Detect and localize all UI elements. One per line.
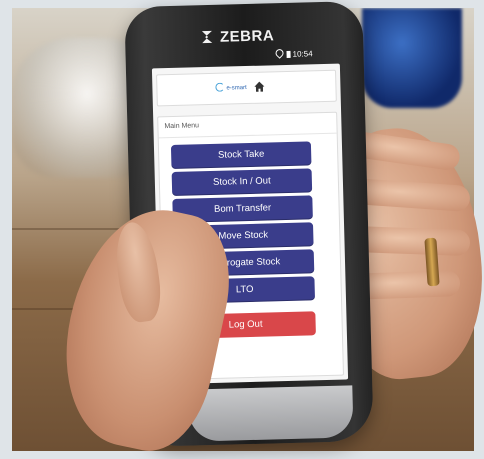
photo-scene: ZEBRA 10:54 e-smart Main Menu Stock Take…	[0, 0, 484, 459]
logo-swirl-icon	[215, 82, 225, 92]
stock-in-out-button[interactable]: Stock In / Out	[171, 168, 313, 196]
battery-icon	[286, 50, 291, 58]
panel-title: Main Menu	[164, 122, 200, 131]
stock-take-button[interactable]: Stock Take	[170, 141, 312, 170]
divider	[158, 132, 337, 139]
blurred-blue-bottle	[362, 8, 462, 108]
status-bar: 10:54	[273, 47, 313, 59]
right-finger	[351, 225, 471, 257]
wifi-icon	[273, 47, 286, 59]
app-header: e-smart	[156, 69, 337, 107]
app-logo[interactable]: e-smart	[215, 82, 247, 92]
status-time: 10:54	[292, 49, 313, 59]
home-icon[interactable]	[253, 81, 265, 93]
device-bottom-bumper	[188, 385, 354, 442]
device-brand: ZEBRA	[219, 27, 275, 46]
